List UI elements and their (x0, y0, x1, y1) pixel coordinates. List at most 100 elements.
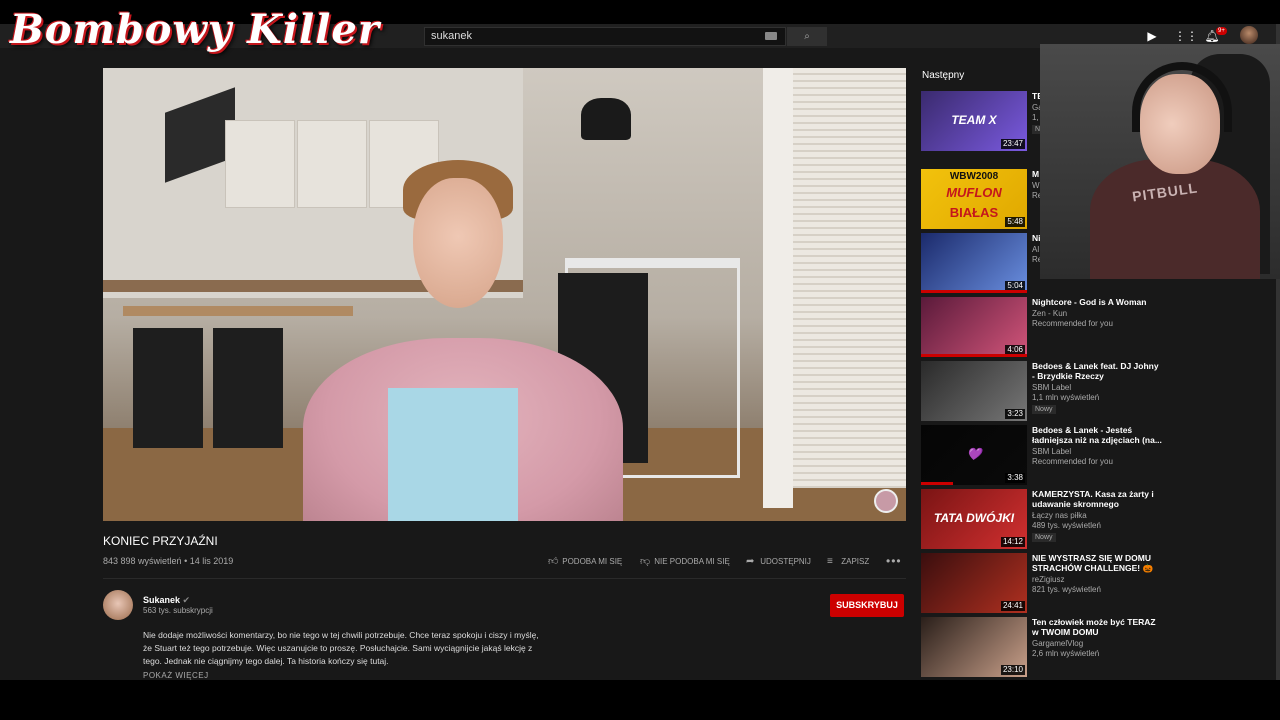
thumbnail-text: MUFLON (946, 185, 1002, 200)
video-thumbnail[interactable]: 5:04 (921, 233, 1027, 293)
recommended-video-title[interactable]: NIE WYSTRASZ SIĘ W DOMU STRACHÓW CHALLEN… (1032, 553, 1162, 573)
save-button[interactable]: ≡ ZAPISZ (827, 556, 869, 568)
video-thumbnail[interactable]: 3:23 (921, 361, 1027, 421)
video-scene-cabinet (225, 120, 295, 208)
video-thumbnail[interactable]: TEAM X 23:47 (921, 91, 1027, 151)
recommended-video-title[interactable]: KAMERZYSTA. Kasa za żarty i udawanie skr… (1032, 489, 1162, 509)
recommended-video-meta: 1,1 mln wyświetleń (1032, 393, 1100, 402)
like-button[interactable]: 👍︎ PODOBA MI SIĘ (548, 556, 622, 568)
recommended-video[interactable]: 24:41 NIE WYSTRASZ SIĘ W DOMU STRACHÓW CH… (921, 553, 1161, 613)
search-value: sukanek (431, 30, 472, 42)
video-thumbnail[interactable]: WBW2008 MUFLON BIAŁAS 5:48 (921, 169, 1027, 229)
video-duration: 24:41 (1000, 601, 1025, 611)
up-next-label: Następny (922, 70, 965, 81)
video-thumbnail[interactable]: 23:10 (921, 617, 1027, 677)
recommended-video-meta: Recommended for you (1032, 319, 1113, 328)
video-scene-shutter (793, 68, 906, 488)
thumbnail-text: TATA DWÓJKI (933, 511, 1015, 525)
dislike-button[interactable]: 👎︎ NIE PODOBA MI SIĘ (640, 556, 730, 568)
share-label: UDOSTĘPNIJ (760, 557, 811, 566)
video-scene-doorframe (763, 68, 793, 508)
video-player[interactable] (103, 68, 906, 521)
subscriber-count: 563 tys. subskrypcji (143, 606, 213, 615)
subscribe-button[interactable]: SUBSKRYBUJ (830, 594, 904, 617)
recommended-channel-name[interactable]: GargamelVlog (1032, 639, 1083, 648)
video-scene-table (123, 306, 353, 316)
dislike-label: NIE PODOBA MI SIĘ (654, 557, 730, 566)
channel-watermark-icon[interactable] (874, 489, 898, 513)
video-description: Nie dodaje możliwości komentarzy, bo nie… (143, 630, 539, 666)
recommended-video-title[interactable]: Bedoes & Lanek feat. DJ Johny - Brzydkie… (1032, 361, 1162, 381)
video-thumbnail[interactable]: 24:41 (921, 553, 1027, 613)
create-video-icon[interactable]: ▶ (1144, 28, 1160, 44)
recommended-channel-name[interactable]: Łączy nas piłka (1032, 511, 1087, 520)
recommended-video[interactable]: TATA DWÓJKI 14:12 KAMERZYSTA. Kasa za żart… (921, 489, 1161, 549)
thumbs-up-icon: 👍︎ (548, 556, 559, 567)
search-icon: ⌕ (804, 31, 810, 42)
like-label: PODOBA MI SIĘ (562, 557, 623, 566)
recommended-video-title[interactable]: Nightcore - God is A Woman (1032, 297, 1162, 307)
recommended-channel-name[interactable]: Al (1032, 245, 1039, 254)
recommended-channel-name[interactable]: SBM Label (1032, 383, 1071, 392)
recommended-video-title[interactable]: Ten człowiek może być TERAZ w TWOIM DOMU (1032, 617, 1162, 637)
recommended-video[interactable]: 3:23 Bedoes & Lanek feat. DJ Johny - Brzy… (921, 361, 1161, 421)
account-avatar[interactable] (1240, 26, 1258, 44)
streamer-logo: Bombowy Killer (10, 6, 380, 53)
video-scene-cat-decoration (581, 98, 631, 140)
video-duration: 14:12 (1000, 537, 1025, 547)
apps-grid-icon[interactable]: ⋮⋮ (1174, 28, 1198, 44)
thumbnail-top-text: WBW2008 (949, 171, 999, 182)
video-thumbnail[interactable]: 💜 3:38 (921, 425, 1027, 485)
video-thumbnail[interactable]: TATA DWÓJKI 14:12 (921, 489, 1027, 549)
recommended-video[interactable]: 4:06 Nightcore - God is A Woman Zen - Kun R… (921, 297, 1161, 357)
new-badge: Nowy (1032, 405, 1056, 414)
notification-badge: 9+ (1216, 27, 1227, 35)
video-scene-top (388, 388, 518, 521)
save-label: ZAPISZ (841, 557, 870, 566)
show-more-button[interactable]: POKAŻ WIĘCEJ (143, 671, 209, 680)
divider (103, 578, 906, 579)
video-scene-chair (213, 328, 283, 448)
recommended-video-meta: 489 tys. wyświetleń (1032, 521, 1101, 530)
recommended-video-meta: Recommended for you (1032, 457, 1113, 466)
recommended-video-title[interactable]: Bedoes & Lanek - Jesteś ładniejsza niż n… (1032, 425, 1162, 445)
recommended-video[interactable]: 💜 3:38 Bedoes & Lanek - Jesteś ładniejsza … (921, 425, 1162, 485)
stream-frame: Bombowy Killer sukanek ⌕ ▶ ⋮⋮ 🔔︎ 9+ KONI… (0, 0, 1280, 720)
recommended-channel-name[interactable]: W (1032, 181, 1040, 190)
thumbnail-text: 💜 (966, 447, 982, 461)
channel-name-row[interactable]: Sukanek ✔ (143, 595, 190, 606)
more-actions-button[interactable]: ••• (886, 554, 902, 568)
recommended-video-meta: 1, (1032, 113, 1039, 122)
recommended-channel-name[interactable]: Zen - Kun (1032, 309, 1067, 318)
recommended-channel-name[interactable]: SBM Label (1032, 447, 1071, 456)
share-button[interactable]: ➦ UDOSTĘPNIJ (746, 556, 811, 568)
recommended-video-meta: 2,6 mln wyświetleń (1032, 649, 1100, 658)
watch-progress-bar (921, 354, 1027, 357)
recommended-channel-name[interactable]: reZigiusz (1032, 575, 1064, 584)
video-title: KONIEC PRZYJAŹNI (103, 534, 218, 548)
video-duration: 3:23 (1005, 409, 1025, 419)
video-thumbnail[interactable]: 4:06 (921, 297, 1027, 357)
channel-avatar[interactable] (103, 590, 133, 620)
watch-progress-bar (921, 482, 953, 485)
keyboard-icon[interactable] (765, 32, 777, 40)
view-count: 843 898 wyświetleń (103, 556, 182, 566)
recommended-video[interactable]: 23:10 Ten człowiek może być TERAZ w TWOIM… (921, 617, 1161, 677)
playlist-add-icon: ≡ (827, 556, 833, 567)
video-scene-cabinet (297, 120, 367, 208)
watch-progress-bar (921, 290, 1027, 293)
share-icon: ➦ (746, 556, 755, 567)
search-button[interactable]: ⌕ (787, 27, 827, 46)
webcam-body (1090, 159, 1260, 279)
streamer-webcam-overlay: PITBULL (1040, 44, 1280, 279)
video-duration: 3:38 (1005, 473, 1025, 483)
new-badge: Nowy (1032, 533, 1056, 542)
video-duration: 23:10 (1000, 665, 1025, 675)
search-input[interactable]: sukanek (424, 27, 786, 46)
channel-name[interactable]: Sukanek (143, 595, 180, 605)
video-meta: 843 898 wyświetleń • 14 lis 2019 (103, 556, 233, 566)
upload-date: 14 lis 2019 (189, 556, 234, 566)
verified-icon: ✔ (182, 595, 191, 605)
video-duration: 5:48 (1005, 217, 1025, 227)
video-scene-chair (133, 328, 203, 448)
